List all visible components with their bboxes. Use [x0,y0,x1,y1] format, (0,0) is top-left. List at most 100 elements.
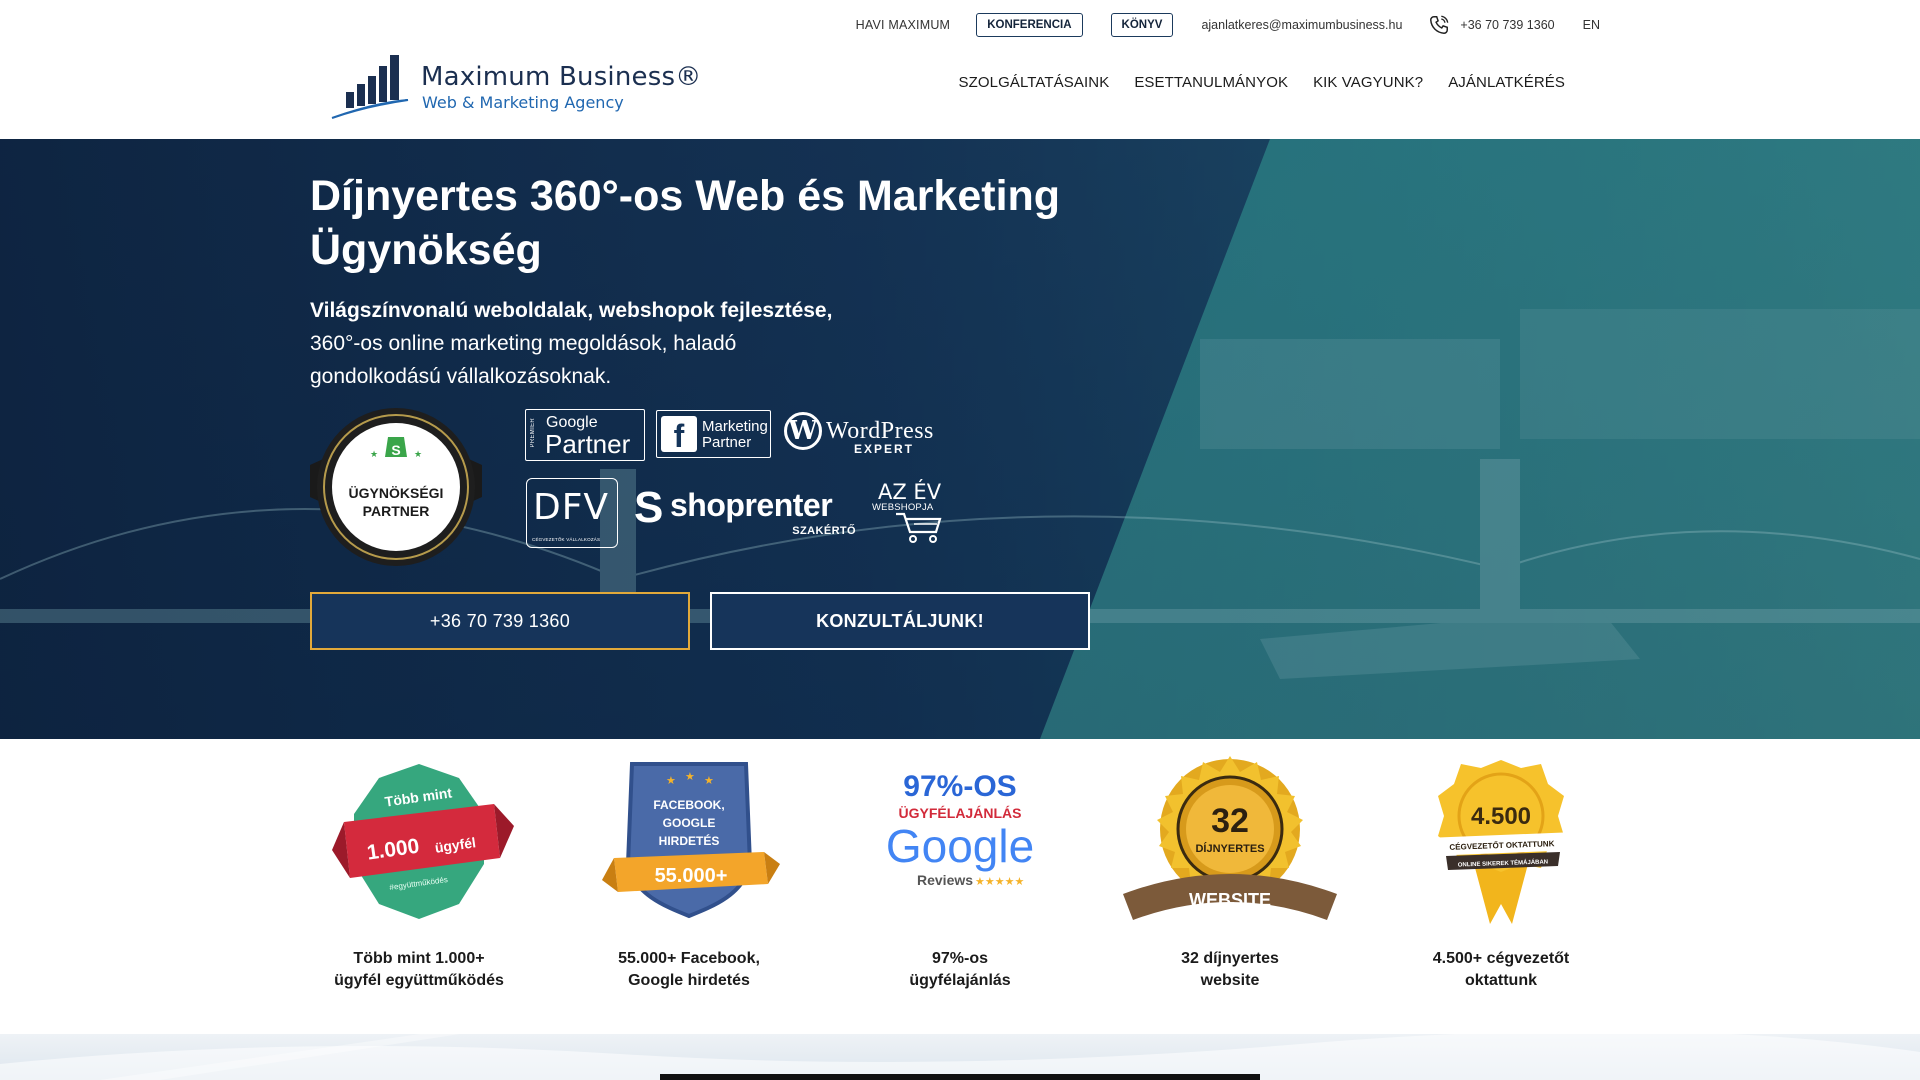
ads-badge-line3: HIRDETÉS [659,833,720,848]
hero-title-line1: Díjnyertes 360°-os Web és Marketing [310,172,1061,220]
google-partner-partner: Partner [545,429,631,459]
stat-awards: 32 DÍJNYERTES WEBSITE 32 díjnyertes webs… [1095,739,1365,1034]
google-partner-badge: PREMIER Google Partner [525,409,645,461]
stat-reviews: 97%-OS ÜGYFÉLAJÁNLÁS Google Reviews ★★★★… [825,739,1095,1034]
stats-section: Több mint 1.000 ügyfél #együttműködés Tö… [0,739,1920,1034]
stat-trainings-line1: 4.500+ cégvezetőt [1432,950,1570,967]
nav-item-ajanlatkeres[interactable]: AJÁNLATKÉRÉS [1448,74,1565,91]
shoprenter-s-icon: S [634,483,664,532]
shoprenter-badge-line1: ÜGYNÖKSÉGI [348,485,444,501]
dfv-badge: DFV CÉGVEZETŐK VÁLLALKOZÁS [526,478,618,548]
award-badge-website: WEBSITE [1189,890,1271,910]
logo-name: Maximum Business® [421,62,702,92]
site-header: HAVI MAXIMUM KONFERENCIA KÖNYV ajanlatke… [0,0,1920,139]
svg-text:★: ★ [685,771,695,783]
shoprenter-badge-line2: PARTNER [362,503,430,519]
phone-icon [1430,15,1449,34]
stat-reviews-line1: 97%-os [931,950,989,967]
fb-partner-line2: Partner [702,434,752,451]
stat-clients-caption: Több mint 1.000+ ügyfél együttműködés [284,948,554,992]
logo-tagline: Web & Marketing Agency [422,93,624,112]
reviews-badge-reviews: Reviews [917,872,973,888]
ads-badge-number: 55.000+ [655,865,728,887]
ads-shield-badge: ★ ★ ★ FACEBOOK, GOOGLE HIRDETÉS 55.000+ [602,762,780,919]
call-phone-button[interactable]: +36 70 739 1360 [310,592,690,650]
stat-clients-line2: ügyfél együttműködés [334,972,504,989]
site-logo[interactable]: Maximum Business® Web & Marketing Agency [330,52,710,122]
stat-ads: ★ ★ ★ FACEBOOK, GOOGLE HIRDETÉS 55.000+ … [554,739,824,1034]
stat-awards-line2: website [1200,972,1260,989]
facebook-icon: f [661,416,697,454]
svg-text:★: ★ [370,449,378,459]
stat-reviews-caption: 97%-os ügyfélajánlás [825,948,1095,992]
konferencia-button[interactable]: KONFERENCIA [976,13,1083,37]
stat-clients-line1: Több mint 1.000+ [353,950,485,967]
nav-item-szolgaltatasaink[interactable]: SZOLGÁLTATÁSAINK [959,74,1110,91]
top-bar: HAVI MAXIMUM KONFERENCIA KÖNYV ajanlatke… [856,12,1600,38]
google-reviews-badge: 97%-OS ÜGYFÉLAJÁNLÁS Google Reviews ★★★★… [886,770,1034,888]
stat-trainings-caption: 4.500+ cégvezetőt oktattunk [1366,948,1636,992]
wordpress-icon: W [784,412,822,450]
reviews-badge-percent: 97%-OS [903,770,1016,803]
topbar-phone-link[interactable]: +36 70 739 1360 [1428,14,1555,36]
shoprenter-agency-partner-badge: S ★ ★ ÜGYNÖKSÉGI PARTNER [310,407,482,571]
konyv-button[interactable]: KÖNYV [1110,13,1174,37]
shoprenter-label: shoprenter [670,487,833,523]
stat-ads-line2: Google hirdetés [628,972,750,989]
facebook-marketing-partner-badge: f Marketing Partner [656,410,771,458]
bar-chart-logo-icon [331,55,409,119]
hero-section: Díjnyertes 360°-os Web és Marketing Ügyn… [0,139,1920,739]
az-ev-label: AZ ÉV [878,480,942,504]
stat-awards-caption: 32 díjnyertes website [1095,948,1365,992]
hero-title: Díjnyertes 360°-os Web és Marketing Ügyn… [310,169,1110,277]
award-badge-number: 32 [1211,802,1249,840]
hero-subtitle-line3: gondolkodású vállalkozásoknak. [310,365,612,388]
award-medal-badge: 32 DÍJNYERTES WEBSITE [1123,756,1337,920]
dfv-sublabel: CÉGVEZETŐK VÁLLALKOZÁS [532,537,601,542]
reviews-stars-icon: ★★★★★ [975,876,1024,888]
google-wordmark: Google [886,820,1034,872]
language-switch[interactable]: EN [1583,18,1600,32]
clients-ribbon-badge: Több mint 1.000 ügyfél #együttműködés [332,764,514,919]
video-embed-top-edge[interactable] [660,1074,1260,1080]
stat-trainings-line2: oktattunk [1465,972,1537,989]
hero-title-line2: Ügynökség [310,226,542,274]
ads-badge-line2: GOOGLE [663,816,716,830]
next-section-preview [0,1034,1920,1080]
stat-ads-line1: 55.000+ Facebook, [618,950,760,967]
wordpress-expert-label: EXPERT [854,442,915,456]
shoprenter-expert-badge: S shoprenter SZAKÉRTŐ [634,481,856,541]
training-badge-number: 4.500 [1471,803,1531,830]
main-navigation: SZOLGÁLTATÁSAINK ESETTANULMÁNYOK KIK VAG… [934,74,1566,91]
topbar-phone-number: +36 70 739 1360 [1460,18,1555,32]
svg-text:★: ★ [666,775,676,787]
stat-reviews-line2: ügyfélajánlás [909,972,1011,989]
nav-item-esettanulmanyok[interactable]: ESETTANULMÁNYOK [1134,74,1288,91]
havi-maximum-link[interactable]: HAVI MAXIMUM [856,18,951,32]
stat-awards-line1: 32 díjnyertes [1181,950,1279,967]
wordpress-label: WordPress [826,418,934,444]
dfv-label: DFV [533,487,610,528]
hero-subtitle: Világszínvonalú weboldalak, webshopok fe… [310,294,870,393]
svg-text:★: ★ [704,775,714,787]
stat-clients: Több mint 1.000 ügyfél #együttműködés Tö… [284,739,554,1034]
svg-text:★: ★ [414,449,422,459]
hero-subtitle-line2: 360°-os online marketing megoldások, hal… [310,332,737,355]
stat-trainings: 4.500 CÉGVEZETŐT OKTATTUNK ONLINE SIKERE… [1366,739,1636,1034]
award-badge-label: DÍJNYERTES [1195,842,1264,855]
consult-button[interactable]: KONZULTÁLJUNK! [710,592,1090,650]
shopping-cart-icon [896,512,942,543]
az-ev-webshopja-badge: AZ ÉV WEBSHOPJA [872,480,952,544]
reviews-badge-recommend: ÜGYFÉLAJÁNLÁS [899,805,1022,821]
training-rosette-badge: 4.500 CÉGVEZETŐT OKTATTUNK ONLINE SIKERE… [1426,760,1578,924]
email-link[interactable]: ajanlatkeres@maximumbusiness.hu [1201,18,1402,32]
stat-ads-caption: 55.000+ Facebook, Google hirdetés [554,948,824,992]
svg-text:S: S [391,442,400,458]
google-premier-label: PREMIER [530,418,536,448]
nav-item-kik-vagyunk[interactable]: KIK VAGYUNK? [1313,74,1423,91]
wordpress-expert-badge: W WordPress EXPERT [784,411,954,457]
hero-subtitle-bold: Világszínvonalú weboldalak, webshopok fe… [310,299,833,322]
ads-badge-line1: FACEBOOK, [653,798,724,812]
shoprenter-expert-label: SZAKÉRTŐ [792,525,856,537]
fb-partner-line1: Marketing [702,418,768,435]
